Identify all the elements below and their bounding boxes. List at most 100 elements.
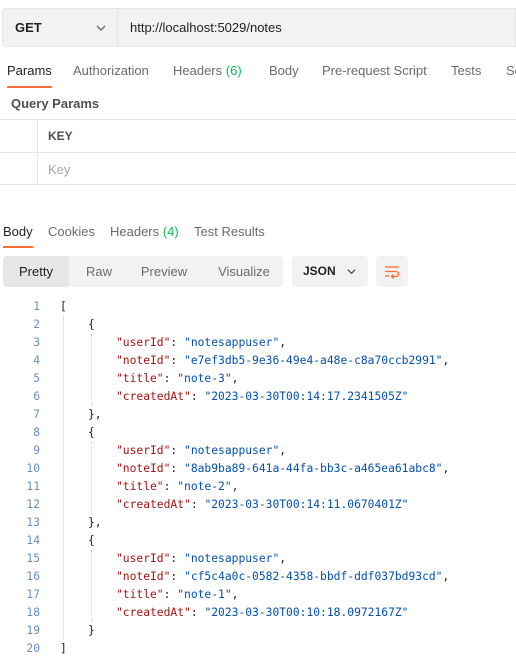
line-content: ] xyxy=(60,642,67,655)
key-input[interactable]: Key xyxy=(48,162,70,177)
tab-params[interactable]: Params xyxy=(7,56,52,88)
json-key: "userId" xyxy=(116,336,171,349)
line-content: "userId": "notesappuser", xyxy=(116,550,286,568)
view-visualize-button[interactable]: Visualize xyxy=(207,256,281,287)
tab-settings[interactable]: Se xyxy=(506,56,516,88)
code-line: 10 "noteId": "8ab9ba89-641a-44fa-bb3c-a46… xyxy=(0,460,516,478)
code-line: 14 { xyxy=(0,532,516,550)
json-key: "userId" xyxy=(116,444,171,457)
json-value: "notesappuser" xyxy=(184,552,280,565)
line-number: 3 xyxy=(33,336,40,349)
code-line: 9 "userId": "notesappuser", xyxy=(0,442,516,460)
tab-label: Body xyxy=(269,63,299,78)
json-colon: : xyxy=(163,480,178,493)
wrap-lines-icon xyxy=(385,266,400,279)
json-value: "2023-03-30T00:14:11.0670401Z" xyxy=(204,498,409,511)
line-content: "createdAt": "2023-03-30T00:10:18.097216… xyxy=(116,604,408,622)
code-line: 7}, xyxy=(0,406,516,424)
line-number: 17 xyxy=(26,588,40,601)
code-line: 6 "createdAt": "2023-03-30T00:14:17.23415… xyxy=(0,388,516,406)
line-number: 20 xyxy=(26,642,40,655)
json-key: "createdAt" xyxy=(116,390,191,403)
query-params-table: KEY Key xyxy=(0,119,516,185)
line-content: "noteId": "8ab9ba89-641a-44fa-bb3c-a465e… xyxy=(116,460,449,478)
json-colon: : xyxy=(190,498,205,511)
wrap-lines-button[interactable] xyxy=(376,256,408,287)
json-trail: , xyxy=(231,372,239,385)
view-raw-button[interactable]: Raw xyxy=(69,256,129,287)
line-number: 11 xyxy=(26,480,40,493)
chevron-down-icon xyxy=(347,269,356,275)
tab-tests[interactable]: Tests xyxy=(451,56,481,88)
line-number: 16 xyxy=(26,570,40,583)
view-pretty-button[interactable]: Pretty xyxy=(3,256,69,287)
response-tabs: Body Cookies Headers (4) Test Results xyxy=(0,218,516,248)
line-content: "userId": "notesappuser", xyxy=(116,442,286,460)
json-value: "2023-03-30T00:10:18.0972167Z" xyxy=(204,606,409,619)
json-value: "8ab9ba89-641a-44fa-bb3c-a465ea61abc8" xyxy=(184,462,443,475)
line-number: 19 xyxy=(26,624,40,637)
code-line: 11 "title": "note-2", xyxy=(0,478,516,496)
tab-pre-request-script[interactable]: Pre-request Script xyxy=(322,56,427,88)
line-content: "createdAt": "2023-03-30T00:14:11.067040… xyxy=(116,496,408,514)
tab-authorization[interactable]: Authorization xyxy=(73,56,149,88)
indent-guide xyxy=(63,316,64,640)
code-line: 13}, xyxy=(0,514,516,532)
line-number: 6 xyxy=(33,390,40,403)
row-checkbox-cell xyxy=(0,153,38,184)
table-row: Key xyxy=(0,152,516,185)
code-line: 1[ xyxy=(0,298,516,316)
view-preview-button[interactable]: Preview xyxy=(129,256,199,287)
line-content: "noteId": "e7ef3db5-9e36-49e4-a48e-c8a70… xyxy=(116,352,449,370)
line-number: 9 xyxy=(33,444,40,457)
tab-headers[interactable]: Headers (6) xyxy=(173,56,242,88)
json-trail: , xyxy=(442,462,450,475)
json-colon: : xyxy=(190,606,205,619)
line-content: { xyxy=(88,534,95,547)
json-colon: : xyxy=(170,570,185,583)
tab-response-body[interactable]: Body xyxy=(3,218,33,248)
view-mode-toolbar: Pretty Raw Preview Visualize xyxy=(3,256,283,287)
tab-label: Headers xyxy=(110,224,160,239)
url-input[interactable]: http://localhost:5029/notes xyxy=(118,8,516,47)
code-line: 17 "title": "note-1", xyxy=(0,586,516,604)
indent-guide xyxy=(91,334,92,406)
tab-count: (6) xyxy=(225,63,242,78)
line-number: 5 xyxy=(33,372,40,385)
line-content: "title": "note-3", xyxy=(116,370,238,388)
indent-guide xyxy=(91,550,92,622)
line-number: 13 xyxy=(26,516,40,529)
code-line: 4 "noteId": "e7ef3db5-9e36-49e4-a48e-c8a7… xyxy=(0,352,516,370)
code-line: 15 "userId": "notesappuser", xyxy=(0,550,516,568)
line-number: 7 xyxy=(33,408,40,421)
json-key: "noteId" xyxy=(116,354,171,367)
tab-count: (4) xyxy=(162,224,179,239)
tab-label: Headers xyxy=(173,63,223,78)
key-column-header: KEY xyxy=(48,129,73,143)
tab-body[interactable]: Body xyxy=(269,56,299,88)
method-select[interactable]: GET xyxy=(2,8,118,47)
line-content: "title": "note-2", xyxy=(116,478,238,496)
request-tabs: Params Authorization Headers (6) Body Pr… xyxy=(0,56,516,88)
json-key: "noteId" xyxy=(116,570,171,583)
line-number: 8 xyxy=(33,426,40,439)
line-content: "noteId": "cf5c4a0c-0582-4358-bbdf-ddf03… xyxy=(116,568,449,586)
tab-label: Params xyxy=(7,63,52,78)
json-colon: : xyxy=(190,390,205,403)
tab-cookies[interactable]: Cookies xyxy=(48,218,95,248)
tab-label: Body xyxy=(3,224,33,239)
code-line: 19} xyxy=(0,622,516,640)
tab-test-results[interactable]: Test Results xyxy=(194,218,265,248)
line-number: 4 xyxy=(33,354,40,367)
format-label: JSON xyxy=(303,264,336,278)
format-select[interactable]: JSON xyxy=(292,256,368,287)
json-key: "title" xyxy=(116,588,164,601)
tab-response-headers[interactable]: Headers (4) xyxy=(110,218,179,248)
line-content: } xyxy=(88,624,95,637)
line-number: 14 xyxy=(26,534,40,547)
line-content: "userId": "notesappuser", xyxy=(116,334,286,352)
tab-label: Authorization xyxy=(73,63,149,78)
tab-label: Tests xyxy=(451,63,482,78)
json-colon: : xyxy=(170,462,185,475)
line-number: 12 xyxy=(26,498,40,511)
